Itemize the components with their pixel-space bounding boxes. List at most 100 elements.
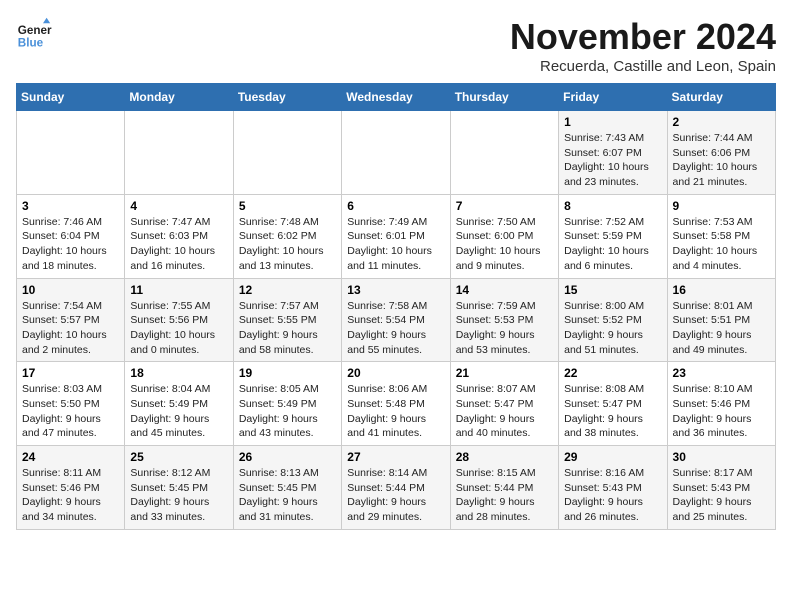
logo: General Blue xyxy=(16,16,52,52)
day-number: 21 xyxy=(456,366,553,380)
day-info: Sunrise: 7:46 AM Sunset: 6:04 PM Dayligh… xyxy=(22,215,119,274)
day-number: 7 xyxy=(456,199,553,213)
weekday-header-tuesday: Tuesday xyxy=(233,84,341,111)
weekday-header-sunday: Sunday xyxy=(17,84,125,111)
day-info: Sunrise: 8:12 AM Sunset: 5:45 PM Dayligh… xyxy=(130,466,227,525)
day-cell: 9Sunrise: 7:53 AM Sunset: 5:58 PM Daylig… xyxy=(667,194,775,278)
day-info: Sunrise: 8:03 AM Sunset: 5:50 PM Dayligh… xyxy=(22,382,119,441)
day-cell: 3 Sunrise: 7:46 AM Sunset: 6:04 PM Daylig… xyxy=(17,194,125,278)
day-cell: 4Sunrise: 7:47 AM Sunset: 6:03 PM Daylig… xyxy=(125,194,233,278)
day-cell: 7 Sunrise: 7:50 AM Sunset: 6:00 PM Daylig… xyxy=(450,194,558,278)
day-cell xyxy=(17,111,125,195)
day-cell: 20 Sunrise: 8:06 AM Sunset: 5:48 PM Dayli… xyxy=(342,362,450,446)
day-cell: 8 Sunrise: 7:52 AM Sunset: 5:59 PM Daylig… xyxy=(559,194,667,278)
day-info: Sunrise: 8:14 AM Sunset: 5:44 PM Dayligh… xyxy=(347,466,444,525)
day-number: 6 xyxy=(347,199,444,213)
day-cell: 21 Sunrise: 8:07 AM Sunset: 5:47 PM Dayli… xyxy=(450,362,558,446)
weekday-header-monday: Monday xyxy=(125,84,233,111)
day-cell: 12Sunrise: 7:57 AM Sunset: 5:55 PM Dayli… xyxy=(233,278,341,362)
day-info: Sunrise: 8:15 AM Sunset: 5:44 PM Dayligh… xyxy=(456,466,553,525)
page-header: General Blue November 2024 Recuerda, Cas… xyxy=(16,16,776,75)
day-cell xyxy=(125,111,233,195)
day-number: 22 xyxy=(564,366,661,380)
day-info: Sunrise: 8:16 AM Sunset: 5:43 PM Dayligh… xyxy=(564,466,661,525)
day-info: Sunrise: 8:17 AM Sunset: 5:43 PM Dayligh… xyxy=(673,466,770,525)
day-number: 20 xyxy=(347,366,444,380)
day-cell: 29Sunrise: 8:16 AM Sunset: 5:43 PM Dayli… xyxy=(559,446,667,530)
weekday-header-row: SundayMondayTuesdayWednesdayThursdayFrid… xyxy=(17,84,776,111)
day-info: Sunrise: 8:13 AM Sunset: 5:45 PM Dayligh… xyxy=(239,466,336,525)
calendar-table: SundayMondayTuesdayWednesdayThursdayFrid… xyxy=(16,83,776,530)
day-cell: 24 Sunrise: 8:11 AM Sunset: 5:46 PM Dayli… xyxy=(17,446,125,530)
weekday-header-wednesday: Wednesday xyxy=(342,84,450,111)
day-number: 30 xyxy=(673,450,770,464)
day-number: 27 xyxy=(347,450,444,464)
day-number: 5 xyxy=(239,199,336,213)
day-cell: 14 Sunrise: 7:59 AM Sunset: 5:53 PM Dayli… xyxy=(450,278,558,362)
day-number: 23 xyxy=(673,366,770,380)
day-number: 1 xyxy=(564,115,661,129)
day-cell xyxy=(450,111,558,195)
day-cell: 11Sunrise: 7:55 AM Sunset: 5:56 PM Dayli… xyxy=(125,278,233,362)
day-info: Sunrise: 8:07 AM Sunset: 5:47 PM Dayligh… xyxy=(456,382,553,441)
day-cell: 13Sunrise: 7:58 AM Sunset: 5:54 PM Dayli… xyxy=(342,278,450,362)
day-info: Sunrise: 8:01 AM Sunset: 5:51 PM Dayligh… xyxy=(673,299,770,358)
day-info: Sunrise: 8:04 AM Sunset: 5:49 PM Dayligh… xyxy=(130,382,227,441)
location-subtitle: Recuerda, Castille and Leon, Spain xyxy=(510,58,776,75)
day-info: Sunrise: 7:52 AM Sunset: 5:59 PM Dayligh… xyxy=(564,215,661,274)
day-cell: 17 Sunrise: 8:03 AM Sunset: 5:50 PM Dayli… xyxy=(17,362,125,446)
week-row-1: 1 Sunrise: 7:43 AM Sunset: 6:07 PM Daylig… xyxy=(17,111,776,195)
day-cell: 19 Sunrise: 8:05 AM Sunset: 5:49 PM Dayli… xyxy=(233,362,341,446)
day-cell: 30 Sunrise: 8:17 AM Sunset: 5:43 PM Dayli… xyxy=(667,446,775,530)
day-cell: 6 Sunrise: 7:49 AM Sunset: 6:01 PM Daylig… xyxy=(342,194,450,278)
day-number: 24 xyxy=(22,450,119,464)
week-row-5: 24 Sunrise: 8:11 AM Sunset: 5:46 PM Dayli… xyxy=(17,446,776,530)
day-cell: 22 Sunrise: 8:08 AM Sunset: 5:47 PM Dayli… xyxy=(559,362,667,446)
day-number: 13 xyxy=(347,283,444,297)
day-number: 26 xyxy=(239,450,336,464)
day-info: Sunrise: 8:05 AM Sunset: 5:49 PM Dayligh… xyxy=(239,382,336,441)
day-info: Sunrise: 7:44 AM Sunset: 6:06 PM Dayligh… xyxy=(673,131,770,190)
day-number: 14 xyxy=(456,283,553,297)
svg-text:Blue: Blue xyxy=(18,37,44,50)
day-info: Sunrise: 8:08 AM Sunset: 5:47 PM Dayligh… xyxy=(564,382,661,441)
day-info: Sunrise: 7:57 AM Sunset: 5:55 PM Dayligh… xyxy=(239,299,336,358)
day-info: Sunrise: 7:54 AM Sunset: 5:57 PM Dayligh… xyxy=(22,299,119,358)
day-number: 11 xyxy=(130,283,227,297)
day-info: Sunrise: 7:43 AM Sunset: 6:07 PM Dayligh… xyxy=(564,131,661,190)
day-info: Sunrise: 7:49 AM Sunset: 6:01 PM Dayligh… xyxy=(347,215,444,274)
weekday-header-saturday: Saturday xyxy=(667,84,775,111)
day-number: 25 xyxy=(130,450,227,464)
day-number: 15 xyxy=(564,283,661,297)
weekday-header-friday: Friday xyxy=(559,84,667,111)
week-row-3: 10Sunrise: 7:54 AM Sunset: 5:57 PM Dayli… xyxy=(17,278,776,362)
day-number: 19 xyxy=(239,366,336,380)
day-cell: 10Sunrise: 7:54 AM Sunset: 5:57 PM Dayli… xyxy=(17,278,125,362)
day-number: 9 xyxy=(673,199,770,213)
day-info: Sunrise: 8:00 AM Sunset: 5:52 PM Dayligh… xyxy=(564,299,661,358)
day-cell: 23Sunrise: 8:10 AM Sunset: 5:46 PM Dayli… xyxy=(667,362,775,446)
day-cell: 15 Sunrise: 8:00 AM Sunset: 5:52 PM Dayli… xyxy=(559,278,667,362)
day-cell: 2Sunrise: 7:44 AM Sunset: 6:06 PM Daylig… xyxy=(667,111,775,195)
day-number: 18 xyxy=(130,366,227,380)
day-info: Sunrise: 8:06 AM Sunset: 5:48 PM Dayligh… xyxy=(347,382,444,441)
day-number: 16 xyxy=(673,283,770,297)
day-info: Sunrise: 8:11 AM Sunset: 5:46 PM Dayligh… xyxy=(22,466,119,525)
day-cell: 26 Sunrise: 8:13 AM Sunset: 5:45 PM Dayli… xyxy=(233,446,341,530)
day-info: Sunrise: 7:50 AM Sunset: 6:00 PM Dayligh… xyxy=(456,215,553,274)
day-cell: 28 Sunrise: 8:15 AM Sunset: 5:44 PM Dayli… xyxy=(450,446,558,530)
week-row-4: 17 Sunrise: 8:03 AM Sunset: 5:50 PM Dayli… xyxy=(17,362,776,446)
day-cell: 18 Sunrise: 8:04 AM Sunset: 5:49 PM Dayli… xyxy=(125,362,233,446)
day-number: 28 xyxy=(456,450,553,464)
day-number: 17 xyxy=(22,366,119,380)
day-cell xyxy=(233,111,341,195)
day-number: 8 xyxy=(564,199,661,213)
day-cell: 1 Sunrise: 7:43 AM Sunset: 6:07 PM Daylig… xyxy=(559,111,667,195)
day-cell: 5Sunrise: 7:48 AM Sunset: 6:02 PM Daylig… xyxy=(233,194,341,278)
week-row-2: 3 Sunrise: 7:46 AM Sunset: 6:04 PM Daylig… xyxy=(17,194,776,278)
title-block: November 2024 Recuerda, Castille and Leo… xyxy=(510,16,776,75)
logo-icon: General Blue xyxy=(16,16,52,52)
day-number: 3 xyxy=(22,199,119,213)
day-info: Sunrise: 7:59 AM Sunset: 5:53 PM Dayligh… xyxy=(456,299,553,358)
day-cell: 25 Sunrise: 8:12 AM Sunset: 5:45 PM Dayli… xyxy=(125,446,233,530)
